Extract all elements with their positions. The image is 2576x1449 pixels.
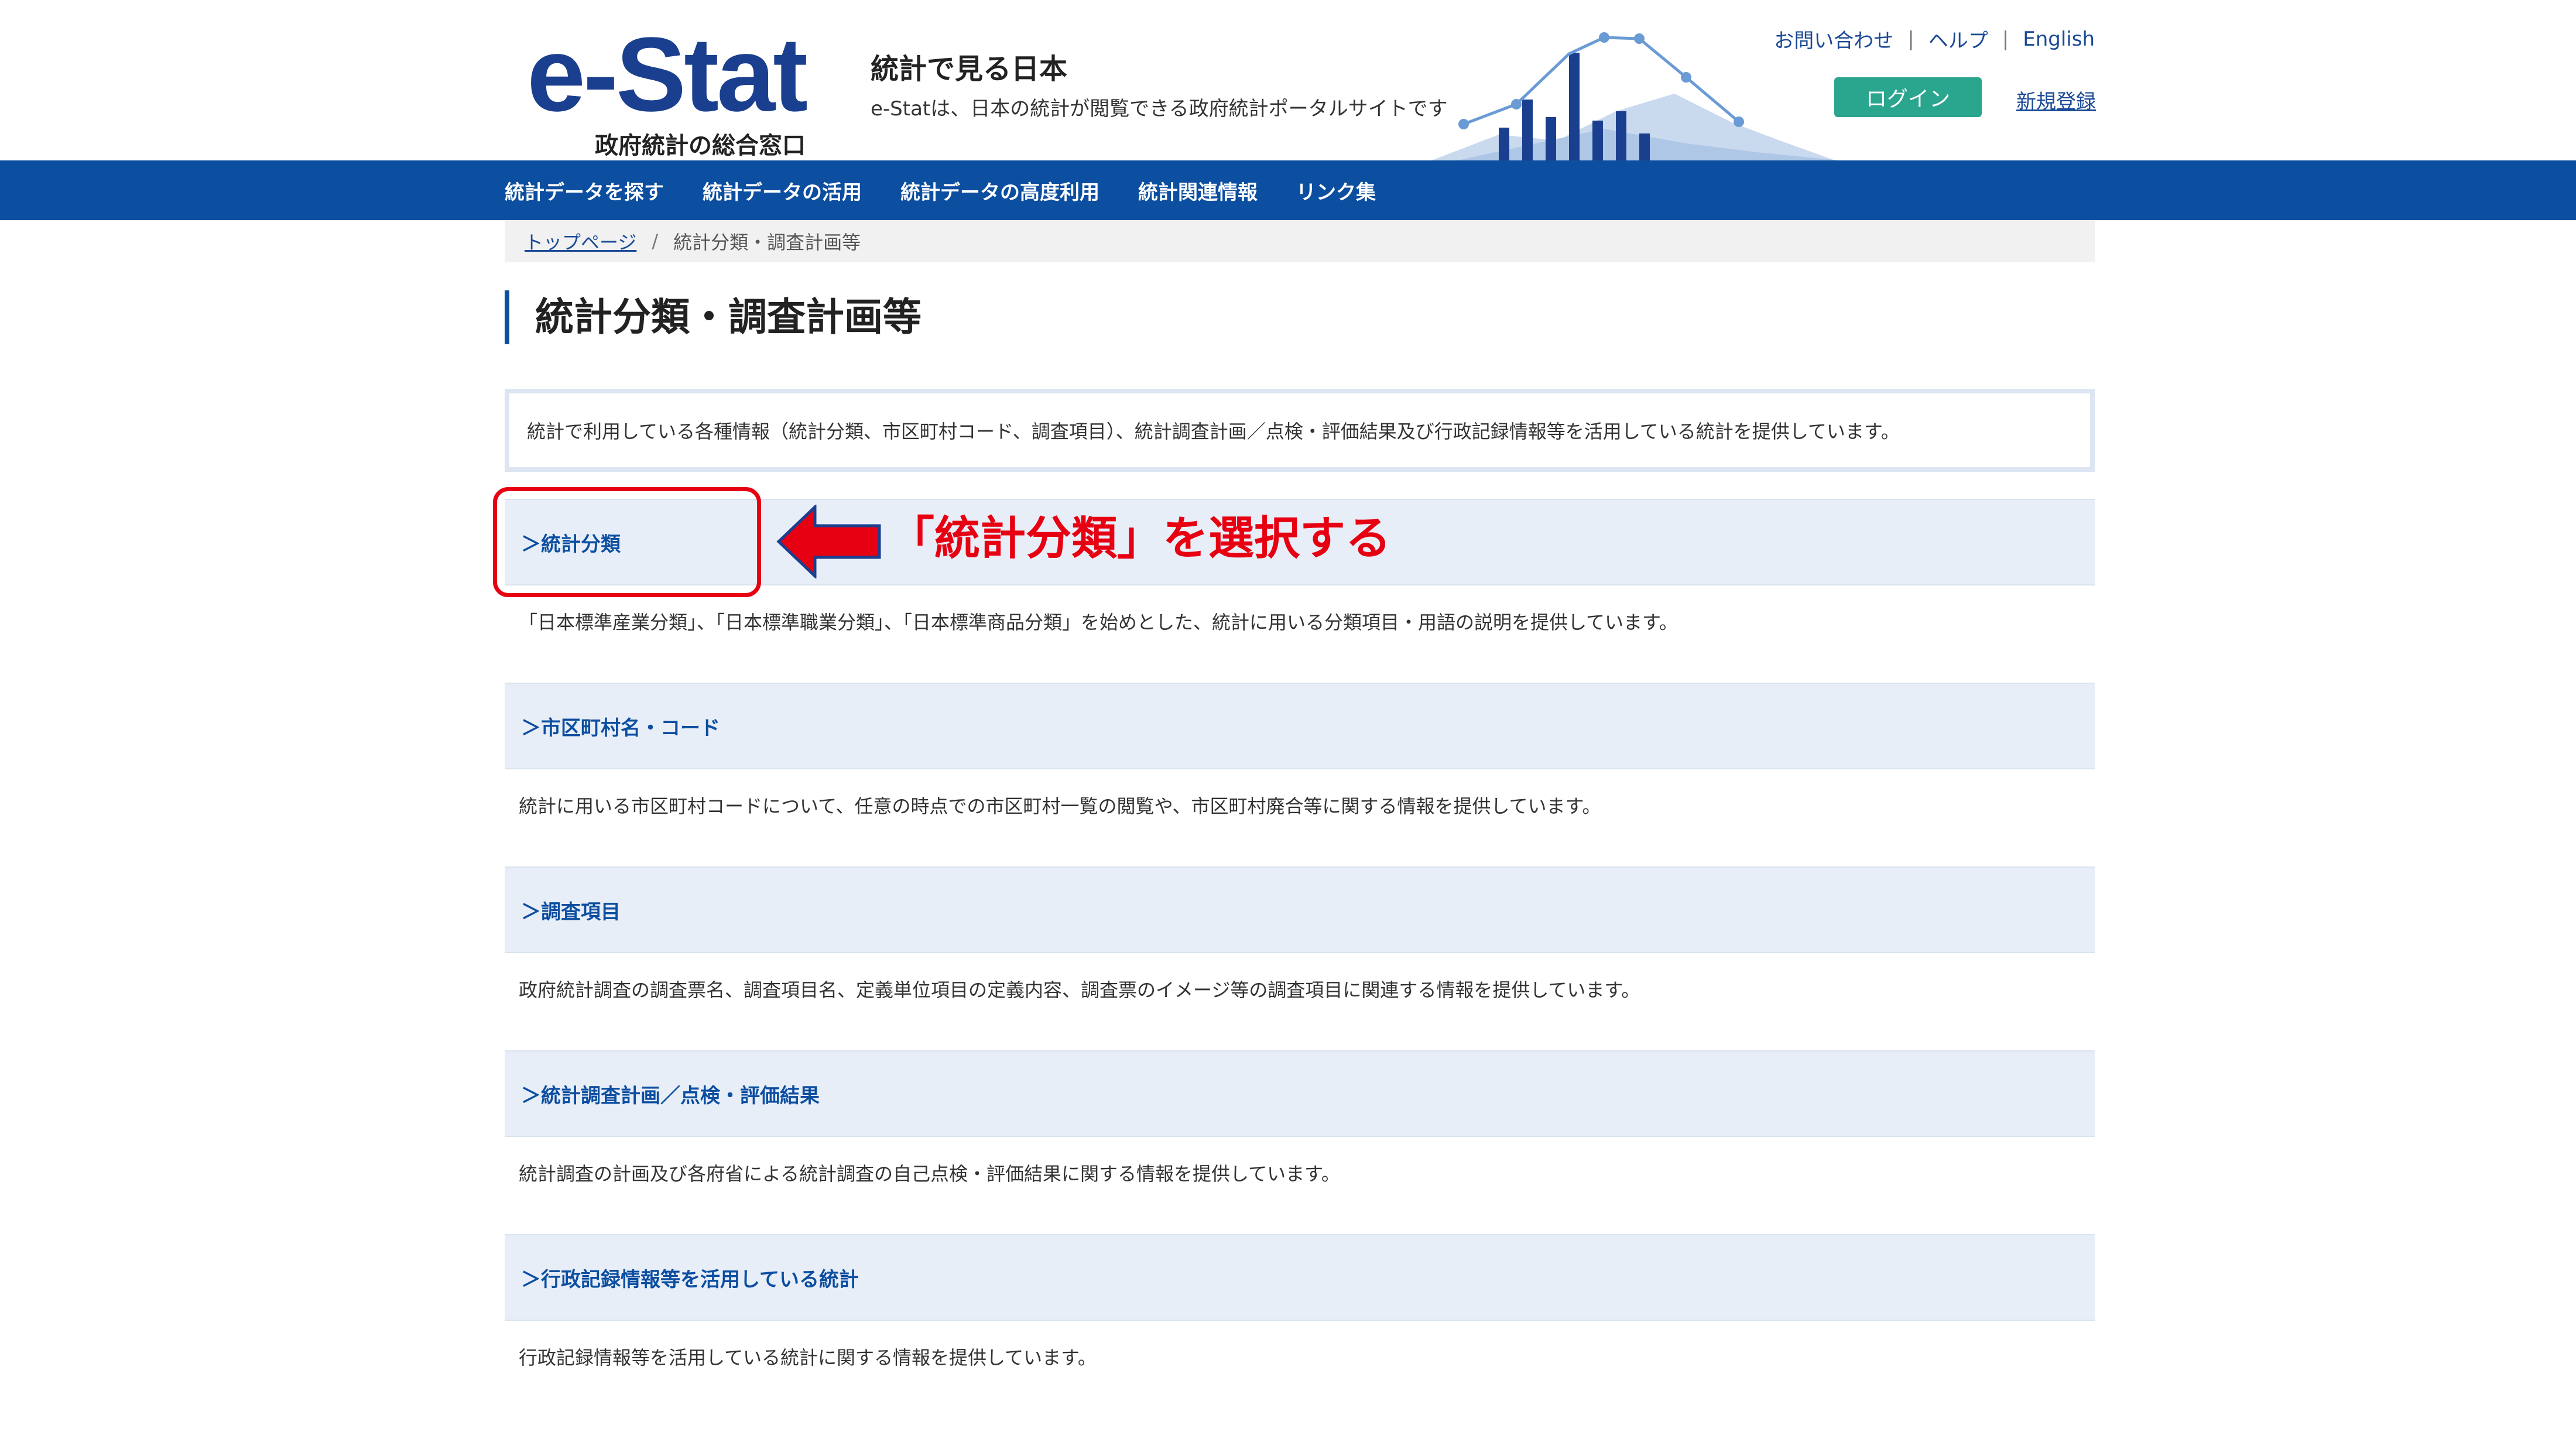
main-nav: 統計データを探す 統計データの活用 統計データの高度利用 統計関連情報 リンク集 bbox=[0, 160, 2576, 220]
nav-item-links[interactable]: リンク集 bbox=[1296, 176, 1376, 205]
breadcrumb-separator: / bbox=[652, 230, 659, 252]
section-description: 統計に用いる市区町村コードについて、任意の時点での市区町村一覧の閲覧や、市区町村… bbox=[519, 795, 1601, 817]
nav-item-find-data[interactable]: 統計データを探す bbox=[505, 176, 664, 205]
annotation-text: 「統計分類」を選択する bbox=[889, 512, 1392, 565]
site-description: e-Statは、日本の統計が閲覧できる政府統計ポータルサイトです bbox=[871, 97, 1448, 121]
page: e-Stat 政府統計の総合窓口 統計で見る日本 e-Statは、日本の統計が閲… bbox=[0, 0, 2576, 1449]
logo-text: e-Stat bbox=[527, 16, 808, 133]
survey-plans-link[interactable]: ＞統計調査計画／点検・評価結果 bbox=[521, 1080, 820, 1108]
link-separator: | bbox=[1907, 27, 1914, 51]
estat-logo[interactable]: e-Stat 政府統計の総合窓口 bbox=[527, 16, 820, 160]
nav-item-related-info[interactable]: 統計関連情報 bbox=[1138, 176, 1258, 205]
page-title: 統計分類・調査計画等 bbox=[535, 294, 922, 340]
intro-text: 統計で利用している各種情報（統計分類、市区町村コード、調査項目）、統計調査計画／… bbox=[527, 420, 1900, 443]
section-description: 統計調査の計画及び各府省による統計調査の自己点検・評価結果に関する情報を提供して… bbox=[519, 1163, 1340, 1185]
login-button[interactable]: ログイン bbox=[1834, 77, 1982, 117]
nav-item-use-data[interactable]: 統計データの活用 bbox=[703, 176, 862, 205]
breadcrumb-current: 統計分類・調査計画等 bbox=[673, 231, 861, 254]
nav-item-advanced-use[interactable]: 統計データの高度利用 bbox=[900, 176, 1099, 205]
contact-link[interactable]: お問い合わせ bbox=[1774, 25, 1893, 53]
section-municipality-codes: ＞市区町村名・コード bbox=[505, 683, 2095, 769]
highlight-box bbox=[493, 487, 761, 597]
utility-links: お問い合わせ | ヘルプ | English bbox=[1774, 25, 2095, 53]
intro-box: 統計で利用している各種情報（統計分類、市区町村コード、調査項目）、統計調査計画／… bbox=[505, 389, 2095, 472]
section-description: 「日本標準産業分類」、「日本標準職業分類」、「日本標準商品分類」を始めとした、統… bbox=[519, 611, 1678, 633]
section-administrative-records: ＞行政記録情報等を活用している統計 bbox=[505, 1234, 2095, 1321]
breadcrumb: トップページ / 統計分類・調査計画等 bbox=[505, 220, 2095, 262]
section-description: 政府統計調査の調査票名、調査項目名、定義単位項目の定義内容、調査票のイメージ等の… bbox=[519, 979, 1640, 1001]
link-separator: | bbox=[2002, 27, 2009, 51]
section-description: 行政記録情報等を活用している統計に関する情報を提供しています。 bbox=[519, 1347, 1097, 1369]
logo-subtitle: 政府統計の総合窓口 bbox=[595, 132, 806, 159]
register-link[interactable]: 新規登録 bbox=[2016, 85, 2096, 114]
section-survey-items: ＞調査項目 bbox=[505, 866, 2095, 953]
municipality-codes-link[interactable]: ＞市区町村名・コード bbox=[521, 712, 720, 741]
title-accent-bar bbox=[505, 290, 509, 344]
administrative-records-link[interactable]: ＞行政記録情報等を活用している統計 bbox=[521, 1263, 859, 1292]
breadcrumb-home-link[interactable]: トップページ bbox=[525, 228, 636, 255]
site-title: 統計で見る日本 bbox=[871, 53, 1068, 85]
survey-items-link[interactable]: ＞調査項目 bbox=[521, 896, 621, 924]
section-survey-plans: ＞統計調査計画／点検・評価結果 bbox=[505, 1050, 2095, 1137]
english-link[interactable]: English bbox=[2023, 28, 2095, 51]
left-arrow-icon bbox=[776, 505, 881, 578]
help-link[interactable]: ヘルプ bbox=[1928, 25, 1988, 53]
